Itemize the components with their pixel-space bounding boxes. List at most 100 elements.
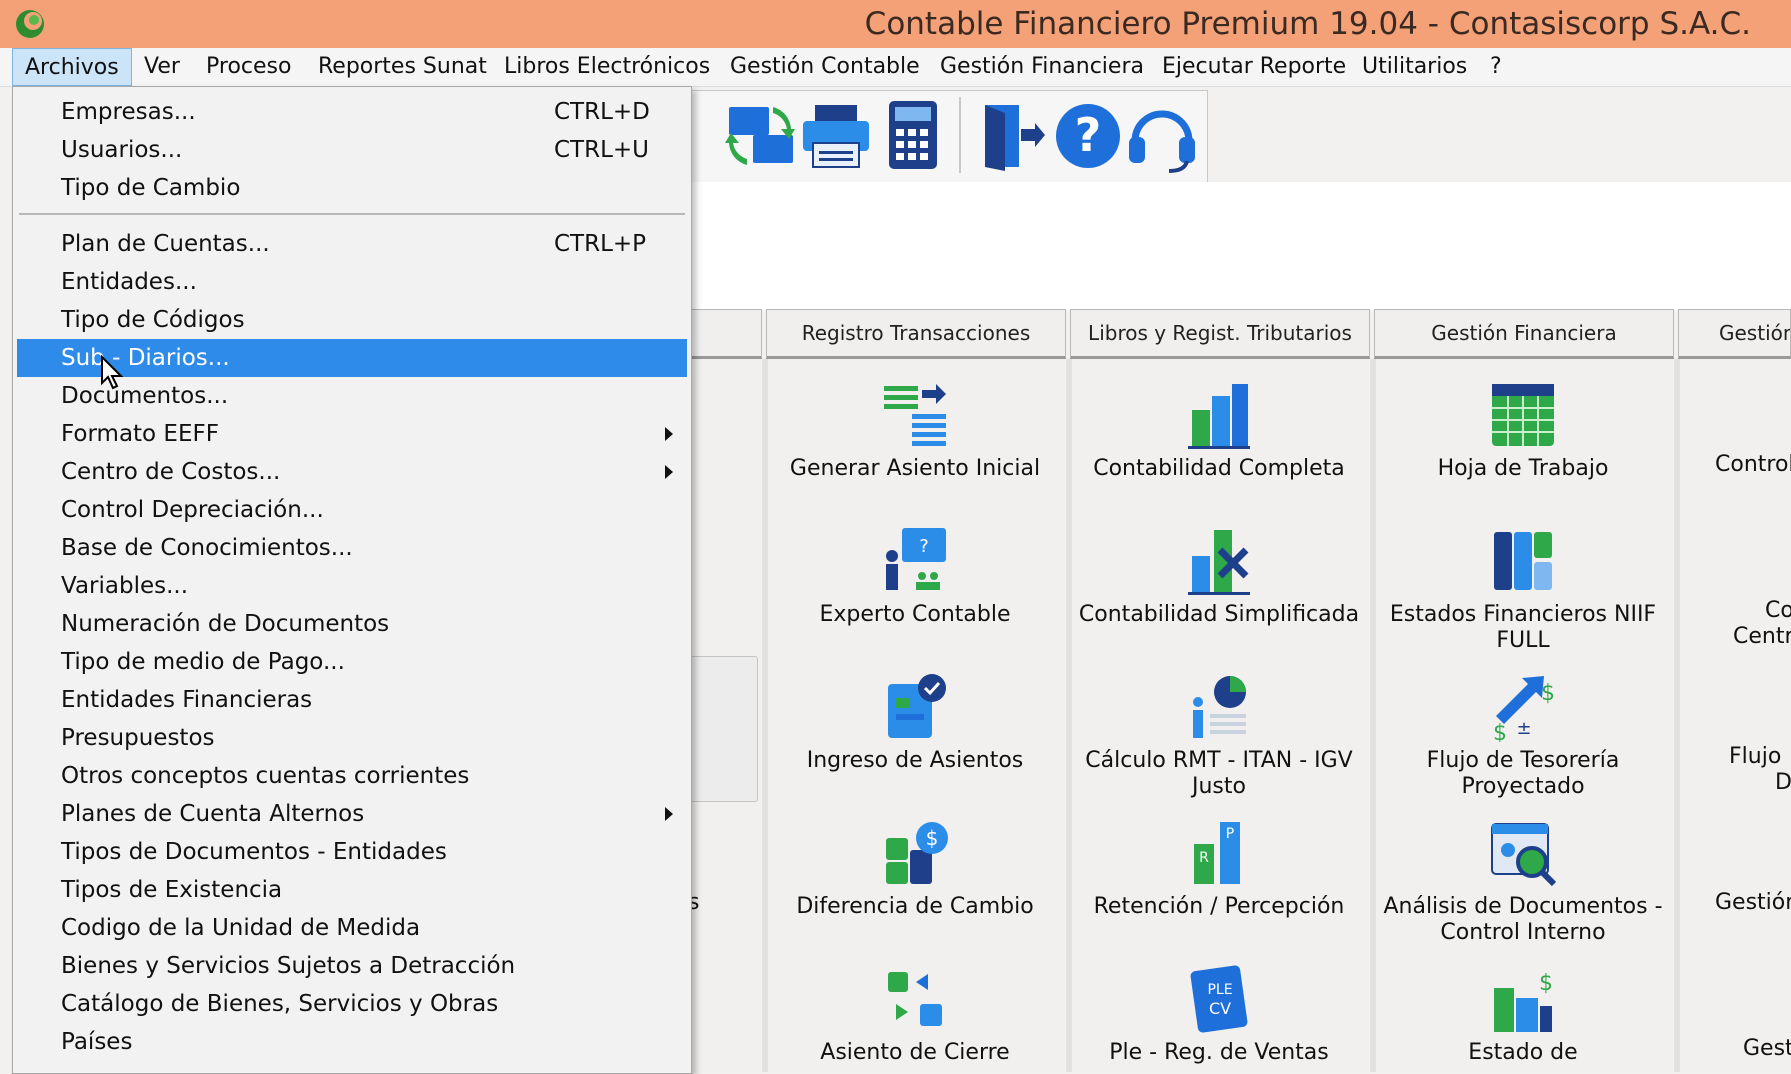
menu-gestion-contable[interactable]: Gestión Contable (730, 48, 920, 86)
menu-item-paises[interactable]: Países (17, 1023, 687, 1061)
list-arrow-icon (884, 384, 946, 446)
tile-label: Ple - Reg. de Ventas (1109, 1040, 1329, 1065)
tile-diferencia-cambio[interactable]: $ Diferencia de Cambio (770, 818, 1060, 920)
menu-item-tipos-documentos-entidades[interactable]: Tipos de Documentos - Entidades (17, 833, 687, 871)
tile-ple-ventas[interactable]: PLE CV Ple - Reg. de Ventas (1074, 964, 1364, 1066)
tile-label: Flujo de Tesorería Proyectado (1426, 748, 1620, 799)
tile-label: Cálculo RMT - ITAN - IGV Justo (1085, 748, 1353, 799)
spreadsheet-icon (1492, 384, 1554, 446)
menu-item-planes-cuenta-alternos[interactable]: Planes de Cuenta Alternos (17, 795, 687, 833)
tab-registro-transacciones[interactable]: Registro Transacciones (766, 309, 1066, 359)
tile-label: Generar Asiento Inicial (789, 456, 1041, 481)
printer-icon[interactable] (799, 99, 873, 173)
menu-item-unidad-medida[interactable]: Codigo de la Unidad de Medida (17, 909, 687, 947)
menu-item-base-conocimientos[interactable]: Base de Conocimientos... (17, 529, 687, 567)
title-bar: Contable Financiero Premium 19.04 - Cont… (0, 0, 1791, 48)
svg-text:PLE: PLE (1207, 982, 1232, 998)
window-title: Contable Financiero Premium 19.04 - Cont… (864, 6, 1751, 42)
svg-text:$: $ (1493, 721, 1507, 742)
tile-label: Estados Financieros NIIF FULL (1389, 602, 1657, 653)
submenu-arrow-icon (665, 427, 673, 441)
calculator-icon[interactable] (875, 99, 949, 173)
gestion-label-gestion: Gestión (1715, 890, 1791, 915)
menu-item-empresas[interactable]: Empresas... CTRL+D (17, 93, 687, 131)
svg-text:±: ± (1516, 718, 1531, 739)
menu-item-numeracion-documentos[interactable]: Numeración de Documentos (17, 605, 687, 643)
tile-label: Ingreso de Asientos (806, 748, 1024, 773)
tile-estado-cuenta[interactable]: $ Estado de (1378, 964, 1668, 1066)
menu-item-formato-eeff[interactable]: Formato EEFF (17, 415, 687, 453)
menu-item-otros-conceptos[interactable]: Otros conceptos cuentas corrientes (17, 757, 687, 795)
menu-item-bienes-detraccion[interactable]: Bienes y Servicios Sujetos a Detracción (17, 947, 687, 985)
tile-calculo-rmt[interactable]: Cálculo RMT - ITAN - IGV Justo (1074, 672, 1364, 800)
menu-item-entidades[interactable]: Entidades... (17, 263, 687, 301)
ple-cv-icon: PLE CV (1190, 965, 1248, 1033)
submenu-arrow-icon (665, 807, 673, 821)
tile-experto-contable[interactable]: ? Experto Contable (770, 526, 1060, 628)
menu-item-plan-cuentas[interactable]: Plan de Cuentas... CTRL+P (17, 225, 687, 263)
gestion-label-co: Co (1765, 598, 1791, 623)
tile-label: Contabilidad Completa (1093, 456, 1345, 481)
cash-flow-arrow-icon: $ $ ± (1493, 676, 1555, 742)
menu-separator (19, 213, 685, 215)
tile-label: Hoja de Trabajo (1437, 456, 1609, 481)
menu-item-catalogo-bienes[interactable]: Catálogo de Bienes, Servicios y Obras (17, 985, 687, 1023)
menu-item-tipo-medio-pago[interactable]: Tipo de medio de Pago... (17, 643, 687, 681)
help-icon[interactable]: ? (1051, 99, 1125, 173)
menu-item-centro-costos[interactable]: Centro de Costos... (17, 453, 687, 491)
menu-ejecutar-reporte[interactable]: Ejecutar Reporte (1162, 48, 1346, 86)
menu-item-tipo-codigos[interactable]: Tipo de Códigos (17, 301, 687, 339)
tile-label: Experto Contable (819, 602, 1011, 627)
menu-item-presupuestos[interactable]: Presupuestos (17, 719, 687, 757)
bar-chart-x-icon (1188, 530, 1250, 595)
menu-item-control-depreciacion[interactable]: Control Depreciación... (17, 491, 687, 529)
menu-item-entidades-financieras[interactable]: Entidades Financieras (17, 681, 687, 719)
tile-ingreso-asientos[interactable]: Ingreso de Asientos (770, 672, 1060, 774)
tile-generar-asiento-inicial[interactable]: Generar Asiento Inicial (770, 380, 1060, 482)
support-headset-icon[interactable] (1125, 99, 1199, 173)
gestion-label-centr: Centr (1733, 624, 1791, 649)
menu-item-tipos-existencia[interactable]: Tipos de Existencia (17, 871, 687, 909)
menu-archivos[interactable]: Archivos (12, 48, 132, 86)
tile-asiento-cierre[interactable]: Asiento de Cierre (770, 964, 1060, 1066)
tab-gestion[interactable]: Gestión (1678, 309, 1791, 359)
menu-ver[interactable]: Ver (144, 48, 180, 86)
gestion-label-d: D (1775, 770, 1791, 795)
tile-hoja-trabajo[interactable]: Hoja de Trabajo (1378, 380, 1668, 482)
menu-utilitarios[interactable]: Utilitarios (1362, 48, 1467, 86)
sync-monitor-icon[interactable] (723, 99, 797, 173)
tile-flujo-tesoreria[interactable]: $ $ ± Flujo de Tesorería Proyectado (1378, 672, 1668, 800)
menu-item-variables[interactable]: Variables... (17, 567, 687, 605)
tile-retencion-percepcion[interactable]: R P Retención / Percepción (1074, 818, 1364, 920)
menu-proceso[interactable]: Proceso (206, 48, 291, 86)
tab-gestion-financiera[interactable]: Gestión Financiera (1374, 309, 1674, 359)
svg-text:?: ? (919, 536, 929, 557)
menu-item-usuarios[interactable]: Usuarios... CTRL+U (17, 131, 687, 169)
svg-text:$: $ (1539, 971, 1553, 996)
toolbar-separator (959, 97, 961, 173)
menu-reportes-sunat[interactable]: Reportes Sunat (318, 48, 487, 86)
svg-text:$: $ (1541, 681, 1555, 706)
notebook-check-icon (888, 674, 946, 738)
exit-door-icon[interactable] (975, 99, 1049, 173)
archivos-dropdown-menu: Empresas... CTRL+D Usuarios... CTRL+U Ti… (12, 86, 692, 1074)
tab-libros-tributarios[interactable]: Libros y Regist. Tributarios (1070, 309, 1370, 359)
menu-libros-electronicos[interactable]: Libros Electrónicos (504, 48, 710, 86)
svg-text:$: $ (926, 826, 939, 850)
tile-contabilidad-completa[interactable]: Contabilidad Completa (1074, 380, 1364, 482)
menu-gestion-financiera[interactable]: Gestión Financiera (940, 48, 1144, 86)
tile-analisis-documentos[interactable]: Análisis de Documentos - Control Interno (1378, 818, 1668, 946)
toolbar: ? (688, 90, 1208, 184)
tile-label: Contabilidad Simplificada (1078, 602, 1360, 627)
svg-text:?: ? (1075, 108, 1102, 162)
menu-item-tipo-cambio[interactable]: Tipo de Cambio (17, 169, 687, 207)
tile-contabilidad-simplificada[interactable]: Contabilidad Simplificada (1074, 526, 1364, 628)
svg-text:R: R (1199, 850, 1209, 866)
menu-help[interactable]: ? (1490, 48, 1502, 86)
tab-hidden-left[interactable] (690, 309, 762, 359)
tile-label: Asiento de Cierre (820, 1040, 1010, 1065)
tile-label: Análisis de Documentos - Control Interno (1383, 894, 1663, 945)
tile-estados-financieros[interactable]: Estados Financieros NIIF FULL (1378, 526, 1668, 654)
gestion-label-control: Control (1715, 452, 1791, 477)
buildings-dollar-icon: $ (1494, 971, 1553, 1032)
